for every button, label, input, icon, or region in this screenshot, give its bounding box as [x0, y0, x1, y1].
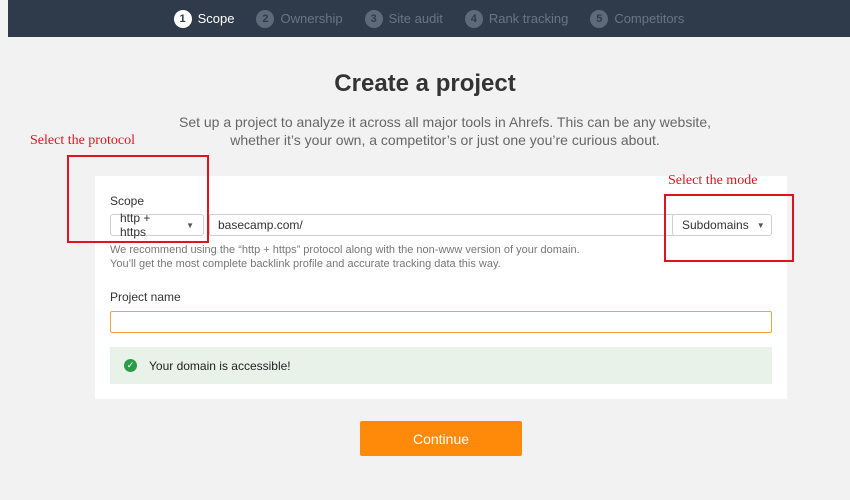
page-title: Create a project [334, 70, 516, 97]
step-scope[interactable]: 1 Scope [173, 9, 235, 28]
subtitle-line: whether it’s your own, a competitor’s or… [230, 132, 660, 148]
check-circle-icon: ✓ [124, 359, 137, 372]
annotation-protocol-label: Select the protocol [30, 133, 135, 148]
protocol-hint: We recommend using the “http + https” pr… [110, 243, 580, 271]
step-site-audit[interactable]: 3 Site audit [364, 9, 443, 28]
step-competitors[interactable]: 5 Competitors [590, 9, 685, 28]
project-name-label: Project name [110, 290, 181, 304]
subtitle-line: Set up a project to analyze it across al… [178, 114, 711, 130]
step-label: Scope [197, 11, 235, 26]
domain-accessible-notice: ✓ Your domain is accessible! [110, 347, 772, 384]
step-number: 3 [364, 9, 383, 28]
annotation-protocol-box [67, 155, 209, 243]
notice-text: Your domain is accessible! [149, 358, 291, 373]
continue-button[interactable]: Continue [360, 421, 522, 456]
page-subtitle: Set up a project to analyze it across al… [150, 113, 740, 149]
step-number: 2 [256, 9, 275, 28]
step-label: Site audit [388, 11, 443, 26]
step-rank-tracking[interactable]: 4 Rank tracking [464, 9, 569, 28]
step-navigation: 1 Scope 2 Ownership 3 Site audit 4 Rank … [8, 0, 850, 37]
step-number: 1 [173, 9, 192, 28]
project-name-input[interactable] [110, 311, 772, 333]
step-number: 5 [590, 9, 609, 28]
annotation-mode-label: Select the mode [668, 173, 758, 188]
step-label: Competitors [614, 11, 685, 26]
step-label: Ownership [280, 11, 343, 26]
annotation-mode-box [664, 194, 794, 262]
step-label: Rank tracking [488, 11, 569, 26]
step-number: 4 [464, 9, 483, 28]
step-ownership[interactable]: 2 Ownership [256, 9, 343, 28]
hint-line: You’ll get the most complete backlink pr… [110, 258, 501, 270]
hint-line: We recommend using the “http + https” pr… [110, 244, 580, 256]
